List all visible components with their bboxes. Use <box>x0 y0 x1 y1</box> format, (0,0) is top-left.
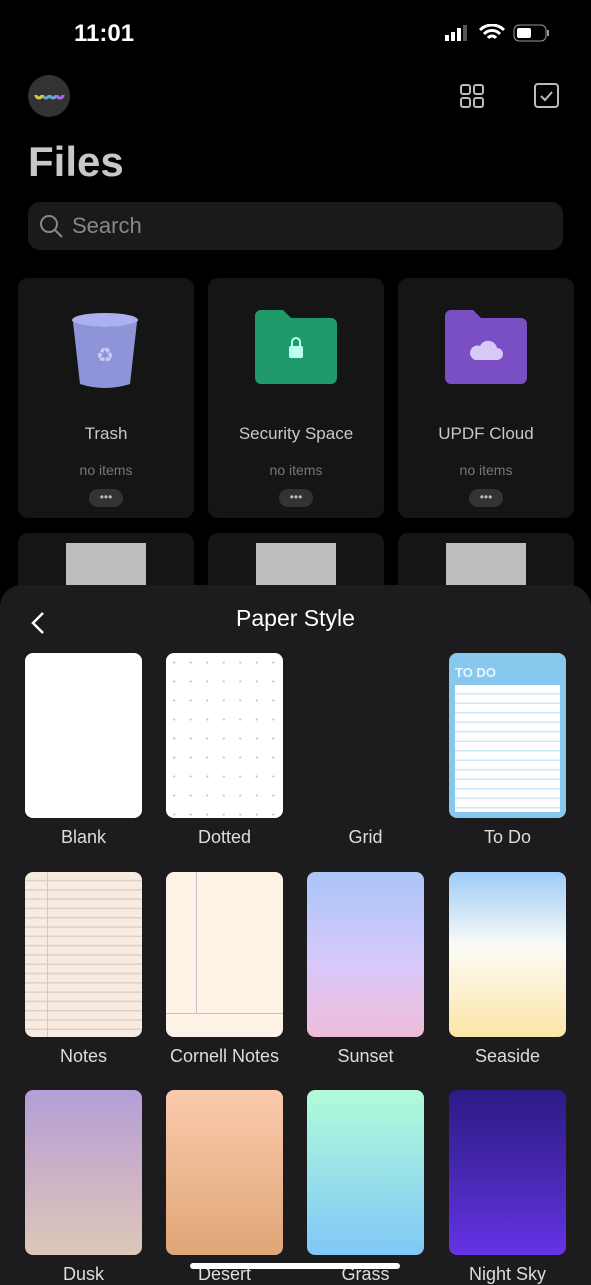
cloud-folder-icon <box>445 310 527 384</box>
status-time: 11:01 <box>74 20 135 47</box>
folder-count: no items <box>459 462 513 478</box>
svg-text:♻: ♻ <box>96 345 114 367</box>
grid-view-icon[interactable] <box>460 84 484 108</box>
folder-count: no items <box>269 462 323 478</box>
paper-thumbnail <box>166 653 283 818</box>
paper-style-night-sky[interactable]: Night Sky <box>449 1090 566 1285</box>
folder-name: Trash <box>84 424 128 443</box>
more-button[interactable]: ••• <box>89 489 123 507</box>
paper-style-to-do[interactable]: TO DO To Do <box>449 653 566 848</box>
more-button[interactable]: ••• <box>279 489 313 507</box>
more-button[interactable]: ••• <box>469 489 503 507</box>
paper-style-grid[interactable]: Grid <box>307 653 424 848</box>
paper-style-grass[interactable]: Grass <box>307 1090 424 1285</box>
battery-icon <box>513 24 549 42</box>
folder-trash[interactable]: ♻ Trash no items ••• <box>18 278 194 518</box>
paper-style-label: Sunset <box>337 1046 394 1066</box>
paper-thumbnail <box>449 872 566 1037</box>
paper-style-sheet: Paper Style Blank Dotted Grid TO DO To Do Not… <box>0 585 591 1285</box>
paper-style-desert[interactable]: Desert <box>166 1090 283 1285</box>
paper-style-sunset[interactable]: Sunset <box>307 872 424 1067</box>
paper-thumbnail <box>307 872 424 1037</box>
signal-icon <box>445 25 467 41</box>
paper-thumbnail: TO DO <box>449 653 566 818</box>
folder-name: UPDF Cloud <box>438 424 534 443</box>
page-title: Files <box>28 138 124 185</box>
lock-folder-icon <box>255 310 337 384</box>
paper-style-dotted[interactable]: Dotted <box>166 653 283 848</box>
paper-thumbnail <box>25 1090 142 1255</box>
paper-style-notes[interactable]: Notes <box>25 872 142 1067</box>
paper-thumbnail <box>449 1090 566 1255</box>
home-indicator <box>190 1263 400 1269</box>
folder-count: no items <box>79 462 133 478</box>
trash-icon: ♻ <box>72 313 138 388</box>
folder-security-space[interactable]: Security Space no items ••• <box>208 278 384 518</box>
todo-header: TO DO <box>455 665 496 680</box>
paper-thumbnail <box>307 1090 424 1255</box>
paper-style-label: Grid <box>348 827 383 847</box>
search-input[interactable]: Search <box>28 202 563 250</box>
paper-thumbnail <box>166 872 283 1037</box>
paper-style-label: Seaside <box>474 1046 541 1066</box>
status-icons <box>445 24 551 42</box>
paper-style-label: Dotted <box>197 827 252 847</box>
search-icon <box>40 215 63 238</box>
wifi-icon <box>479 24 505 40</box>
select-checkbox-icon[interactable] <box>534 83 560 109</box>
paper-style-seaside[interactable]: Seaside <box>449 872 566 1067</box>
paper-style-label: To Do <box>483 827 532 847</box>
paper-style-label: Notes <box>59 1046 108 1066</box>
paper-style-blank[interactable]: Blank <box>25 653 142 848</box>
folder-updf-cloud[interactable]: UPDF Cloud no items ••• <box>398 278 574 518</box>
paper-style-label: Blank <box>60 827 107 847</box>
folder-name: Security Space <box>238 424 354 443</box>
paper-style-dusk[interactable]: Dusk <box>25 1090 142 1285</box>
paper-style-label: Night Sky <box>468 1264 547 1284</box>
paper-style-label: Dusk <box>62 1264 104 1284</box>
paper-thumbnail <box>25 653 142 818</box>
avatar[interactable] <box>28 75 70 117</box>
paper-style-label: Cornell Notes <box>169 1046 280 1066</box>
paper-thumbnail <box>25 872 142 1037</box>
paper-thumbnail <box>166 1090 283 1255</box>
paper-thumbnail <box>307 653 424 818</box>
search-placeholder: Search <box>72 213 142 238</box>
sheet-title: Paper Style <box>236 605 355 631</box>
paper-style-cornell-notes[interactable]: Cornell Notes <box>166 872 283 1067</box>
